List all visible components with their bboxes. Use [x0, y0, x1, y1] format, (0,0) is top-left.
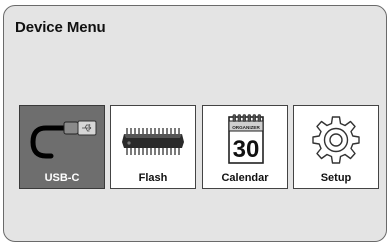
menu-title: Device Menu [15, 19, 106, 36]
calendar-day-number: 30 [233, 136, 260, 163]
memory-chip-icon [122, 128, 184, 155]
calendar-icon: ORGANIZER 30 [228, 114, 264, 164]
menu-item-label: Setup [320, 172, 352, 184]
menu-item-label: USB-C [44, 172, 80, 184]
calendar-header-text: ORGANIZER [232, 125, 260, 130]
menu-item-label: Flash [138, 172, 168, 184]
menu-item-setup[interactable]: Setup [293, 105, 379, 189]
menu-item-calendar[interactable]: ORGANIZER 30 Calendar [202, 105, 288, 189]
menu-item-usb-c[interactable]: USB-C [19, 105, 105, 189]
menu-item-label: Calendar [221, 172, 269, 184]
usb-cable-icon [30, 120, 97, 159]
gear-icon [312, 116, 360, 164]
menu-item-flash[interactable]: Flash [110, 105, 196, 189]
